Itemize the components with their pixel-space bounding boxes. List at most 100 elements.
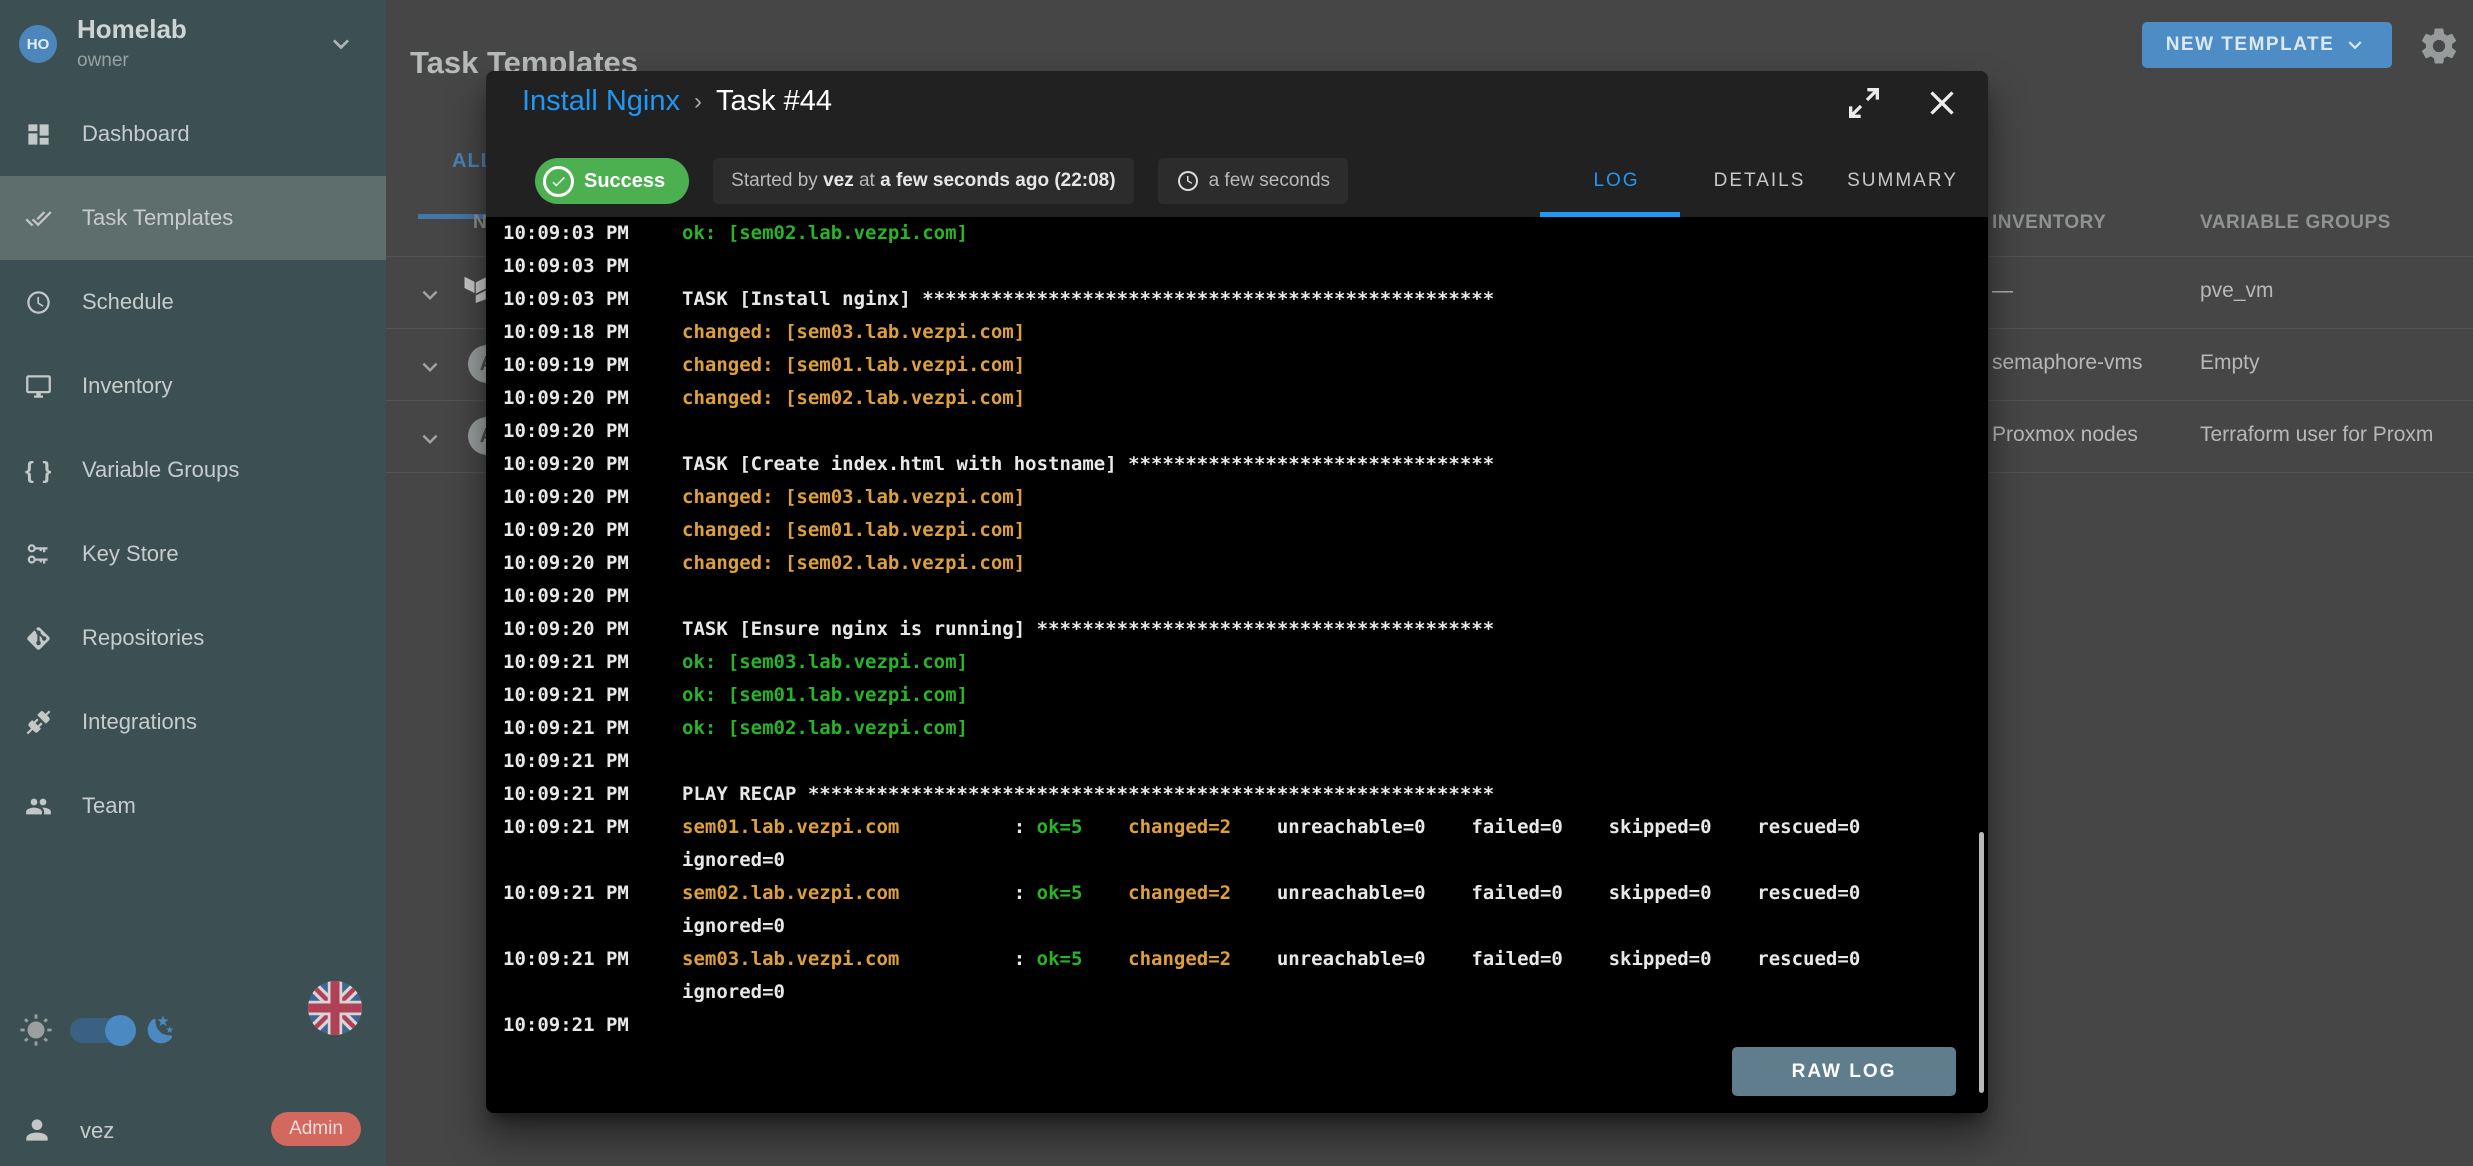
log-segment (1082, 882, 1128, 904)
settings-gear-icon[interactable] (2418, 25, 2460, 67)
log-timestamp: 10:09:21 PM (486, 877, 682, 910)
log-segment: changed=2 (1128, 882, 1231, 904)
log-segment: changed: [sem03.lab.vezpi.com] (682, 486, 1025, 508)
log-timestamp: 10:09:03 PM (486, 283, 682, 316)
expand-icon[interactable] (1844, 83, 1884, 123)
modal-tabs: LOG DETAILS SUMMARY (1545, 158, 1974, 204)
clock-icon (1176, 169, 1200, 193)
log-text: ok: [sem03.lab.vezpi.com] (682, 646, 968, 679)
sidebar-item-inventory[interactable]: Inventory (0, 344, 386, 428)
theme-toggle[interactable] (70, 1018, 128, 1043)
started-chip: Started by vez at a few seconds ago (22:… (713, 158, 1133, 204)
duration-label: a few seconds (1209, 170, 1330, 192)
log-line: 10:09:20 PMchanged: [sem02.lab.vezpi.com… (486, 382, 1988, 415)
new-template-button[interactable]: NEW TEMPLATE (2142, 22, 2392, 68)
log-timestamp: 10:09:21 PM (486, 646, 682, 679)
log-segment: sem02.lab.vezpi.com (682, 882, 899, 904)
row-expand-chevron-icon[interactable] (415, 424, 445, 454)
monitor-icon (25, 373, 52, 400)
log-segment: unreachable=0 failed=0 skipped=0 rescued… (1231, 816, 1860, 838)
sidebar-item-repositories[interactable]: Repositories (0, 596, 386, 680)
tab-log[interactable]: LOG (1545, 170, 1688, 192)
log-segment: TASK [Install nginx] *******************… (682, 288, 1494, 310)
log-segment: : (899, 948, 1036, 970)
team-icon (25, 793, 52, 820)
log-segment: ok: [sem01.lab.vezpi.com] (682, 684, 968, 706)
keys-icon (25, 541, 52, 568)
log-text: changed: [sem03.lab.vezpi.com] (682, 481, 1025, 514)
log-line: 10:09:21 PMPLAY RECAP ******************… (486, 778, 1988, 811)
log-text: ignored=0 (682, 844, 785, 877)
column-header-inventory: INVENTORY (1992, 212, 2106, 234)
log-line: 10:09:21 PMsem03.lab.vezpi.com : ok=5 ch… (486, 943, 1988, 976)
sidebar-item-variable-groups[interactable]: { }Variable Groups (0, 428, 386, 512)
sidebar-item-schedule[interactable]: Schedule (0, 260, 386, 344)
sidebar-item-task-templates[interactable]: Task Templates (0, 176, 386, 260)
log-timestamp: 10:09:20 PM (486, 382, 682, 415)
user-icon (21, 1114, 53, 1146)
close-icon[interactable] (1922, 83, 1962, 123)
log-timestamp (486, 910, 682, 943)
sidebar-item-integrations[interactable]: Integrations (0, 680, 386, 764)
sidebar-menu: DashboardTask Templates Schedule Inventory… (0, 92, 386, 848)
log-segment: changed: [sem01.lab.vezpi.com] (682, 354, 1025, 376)
log-timestamp: 10:09:21 PM (486, 745, 682, 778)
log-segment: TASK [Ensure nginx is running] *********… (682, 618, 1494, 640)
theme-toggle-knob (105, 1015, 136, 1046)
app-window: HO Homelab owner DashboardTask Templates… (0, 0, 2473, 1166)
sidebar-item-team[interactable]: Team (0, 764, 386, 848)
log-timestamp: 10:09:03 PM (486, 217, 682, 250)
log-timestamp: 10:09:18 PM (486, 316, 682, 349)
row-expand-chevron-icon[interactable] (415, 280, 445, 310)
tab-details[interactable]: DETAILS (1688, 170, 1831, 192)
log-text: sem01.lab.vezpi.com : ok=5 changed=2 unr… (682, 811, 1860, 844)
log-timestamp: 10:09:19 PM (486, 349, 682, 382)
project-switcher[interactable]: HO Homelab owner (0, 0, 386, 92)
user-name: vez (80, 1118, 114, 1144)
sidebar-item-key-store[interactable]: Key Store (0, 512, 386, 596)
log-timestamp: 10:09:20 PM (486, 613, 682, 646)
tab-summary[interactable]: SUMMARY (1831, 170, 1974, 192)
log-segment: changed: [sem03.lab.vezpi.com] (682, 321, 1025, 343)
log-text: ignored=0 (682, 976, 785, 1009)
cell-variable-groups: Terraform user for Proxm (2200, 423, 2433, 447)
log-segment: : (899, 882, 1036, 904)
status-badge: Success (535, 158, 689, 204)
moon-stars-icon (145, 1014, 177, 1046)
log-line: 10:09:21 PMok: [sem02.lab.vezpi.com] (486, 712, 1988, 745)
git-icon (25, 625, 52, 652)
done-all-icon (25, 205, 52, 232)
log-segment: changed: [sem01.lab.vezpi.com] (682, 519, 1025, 541)
row-expand-chevron-icon[interactable] (415, 352, 445, 382)
log-timestamp: 10:09:20 PM (486, 580, 682, 613)
check-circle-icon (543, 166, 574, 197)
log-timestamp: 10:09:20 PM (486, 415, 682, 448)
language-flag-uk[interactable] (308, 981, 362, 1035)
started-user: vez (823, 170, 854, 192)
log-line: 10:09:20 PMchanged: [sem02.lab.vezpi.com… (486, 547, 1988, 580)
started-prefix: Started by (731, 170, 823, 192)
project-role: owner (77, 50, 129, 72)
log-timestamp: 10:09:21 PM (486, 811, 682, 844)
cell-variable-groups: pve_vm (2200, 279, 2274, 303)
started-time: a few seconds ago (22:08) (880, 170, 1115, 192)
log-timestamp: 10:09:20 PM (486, 547, 682, 580)
log-timestamp: 10:09:21 PM (486, 712, 682, 745)
sidebar-item-label: Key Store (82, 541, 179, 567)
log-timestamp: 10:09:03 PM (486, 250, 682, 283)
log-timestamp (486, 976, 682, 1009)
clock-icon (25, 289, 52, 316)
raw-log-button[interactable]: RAW LOG (1732, 1047, 1956, 1096)
log-line: ignored=0 (486, 910, 1988, 943)
log-scrollbar-thumb[interactable] (1979, 832, 1984, 1093)
log-timestamp (486, 844, 682, 877)
user-row[interactable]: vez Admin (0, 1100, 386, 1162)
sidebar-item-label: Inventory (82, 373, 173, 399)
template-link[interactable]: Install Nginx (522, 85, 680, 118)
sidebar-item-dashboard[interactable]: Dashboard (0, 92, 386, 176)
log-text: ok: [sem02.lab.vezpi.com] (682, 217, 968, 250)
log-text: changed: [sem02.lab.vezpi.com] (682, 547, 1025, 580)
status-label: Success (584, 170, 665, 193)
sidebar-item-label: Schedule (82, 289, 174, 315)
task-title: Task #44 (716, 85, 832, 118)
